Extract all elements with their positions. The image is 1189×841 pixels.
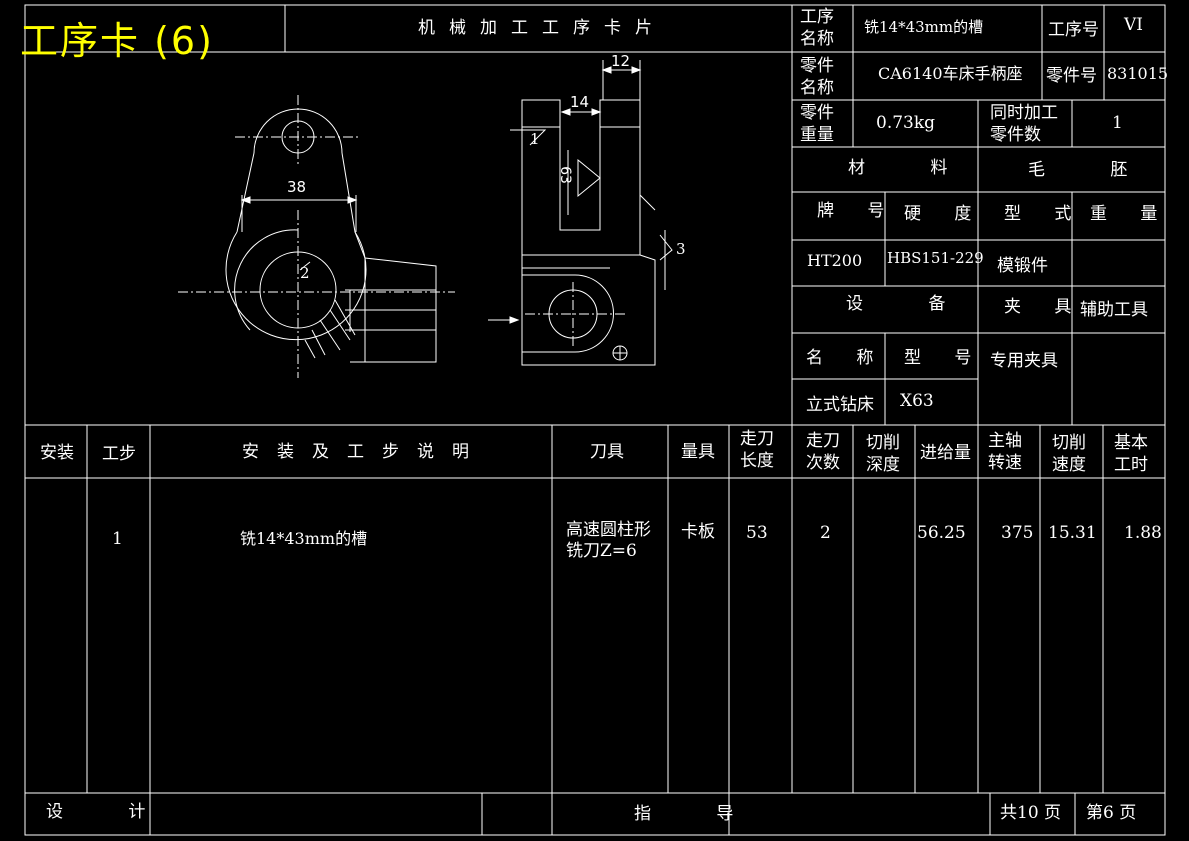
equipment-label: 设 备: [846, 294, 976, 314]
col-cut-speed: 切削 速度: [1052, 433, 1086, 475]
eq-name-label: 名 称: [806, 348, 888, 368]
simultaneous-label: 同时加工 零件数: [990, 103, 1058, 145]
simultaneous-value: 1: [1112, 113, 1123, 133]
cell-feed: 56.25: [917, 523, 966, 543]
grade-label: 牌 号: [817, 201, 899, 221]
col-spindle-speed: 主轴 转速: [988, 431, 1022, 473]
col-feed: 进给量: [920, 443, 971, 463]
part-front-view: [178, 95, 455, 378]
part-no-value: 831015: [1107, 64, 1169, 83]
col-passes: 走刀 次数: [806, 431, 840, 473]
hardness-label: 硬 度: [904, 204, 986, 224]
dim-14: 14: [570, 93, 590, 111]
locator-label-3: 3: [676, 240, 686, 258]
col-time: 基本 工时: [1114, 433, 1148, 475]
cell-tool: 高速圆柱形 铣刀Z=6: [566, 520, 651, 561]
process-no-value: VI: [1124, 15, 1143, 35]
guide-label: 指 导: [634, 804, 764, 824]
part-no-label: 零件号: [1046, 66, 1097, 86]
process-no-label: 工序号: [1048, 20, 1099, 40]
part-weight-label: 零件 重量: [800, 103, 834, 145]
cell-step: 1: [112, 529, 123, 549]
grade-value: HT200: [807, 251, 863, 270]
dim-12: 12: [611, 52, 631, 70]
type-value: 模锻件: [997, 256, 1048, 276]
col-tool: 刀具: [590, 442, 624, 462]
cell-passes: 2: [820, 523, 831, 543]
col-depth: 切削 深度: [866, 433, 900, 475]
total-pages: 共10 页: [1000, 803, 1062, 823]
dim-63: 63: [556, 166, 573, 184]
part-name-label: 零件 名称: [800, 56, 834, 98]
part-weight-value: 0.73kg: [876, 113, 936, 133]
design-label: 设 计: [46, 802, 176, 822]
cell-time: 1.88: [1124, 523, 1162, 543]
col-install: 安装: [40, 443, 74, 463]
type-label: 型 式: [1004, 204, 1086, 224]
part-name-value: CA6140车床手柄座: [878, 64, 1023, 83]
cell-speed: 375: [1001, 523, 1034, 543]
cell-cut-speed: 15.31: [1048, 523, 1097, 543]
cell-length: 53: [746, 523, 768, 543]
page-number: 第6 页: [1086, 803, 1137, 823]
col-length: 走刀 长度: [740, 429, 774, 471]
dim-38: 38: [287, 178, 307, 196]
eq-model-value: X63: [900, 391, 934, 411]
aux-tool-label: 辅助工具: [1080, 300, 1148, 320]
material-label: 材 料: [848, 158, 978, 178]
locator-label-1: 1: [530, 130, 540, 148]
eq-model-label: 型 号: [904, 348, 986, 368]
process-name-label: 工序 名称: [800, 7, 834, 49]
card-name: 机械加工工序卡片: [418, 18, 666, 38]
blank-label: 毛 胚: [1028, 160, 1158, 180]
fixture-label: 夹 具: [1004, 297, 1086, 317]
fixture-value: 专用夹具: [990, 351, 1058, 371]
locator-label-2: 2: [300, 264, 310, 282]
sheet-title: 工序卡 (6): [20, 19, 214, 63]
process-name-value: 铣14*43mm的槽: [864, 18, 984, 36]
eq-name-value: 立式钻床: [806, 395, 874, 415]
hardness-value: HBS151-229: [887, 249, 984, 267]
cell-gauge: 卡板: [681, 522, 715, 542]
col-step: 工步: [102, 444, 136, 464]
cell-description: 铣14*43mm的槽: [240, 529, 368, 548]
weight-label: 重 量: [1090, 204, 1172, 224]
col-description: 安装及工步说明: [242, 442, 487, 462]
col-gauge: 量具: [681, 442, 715, 462]
